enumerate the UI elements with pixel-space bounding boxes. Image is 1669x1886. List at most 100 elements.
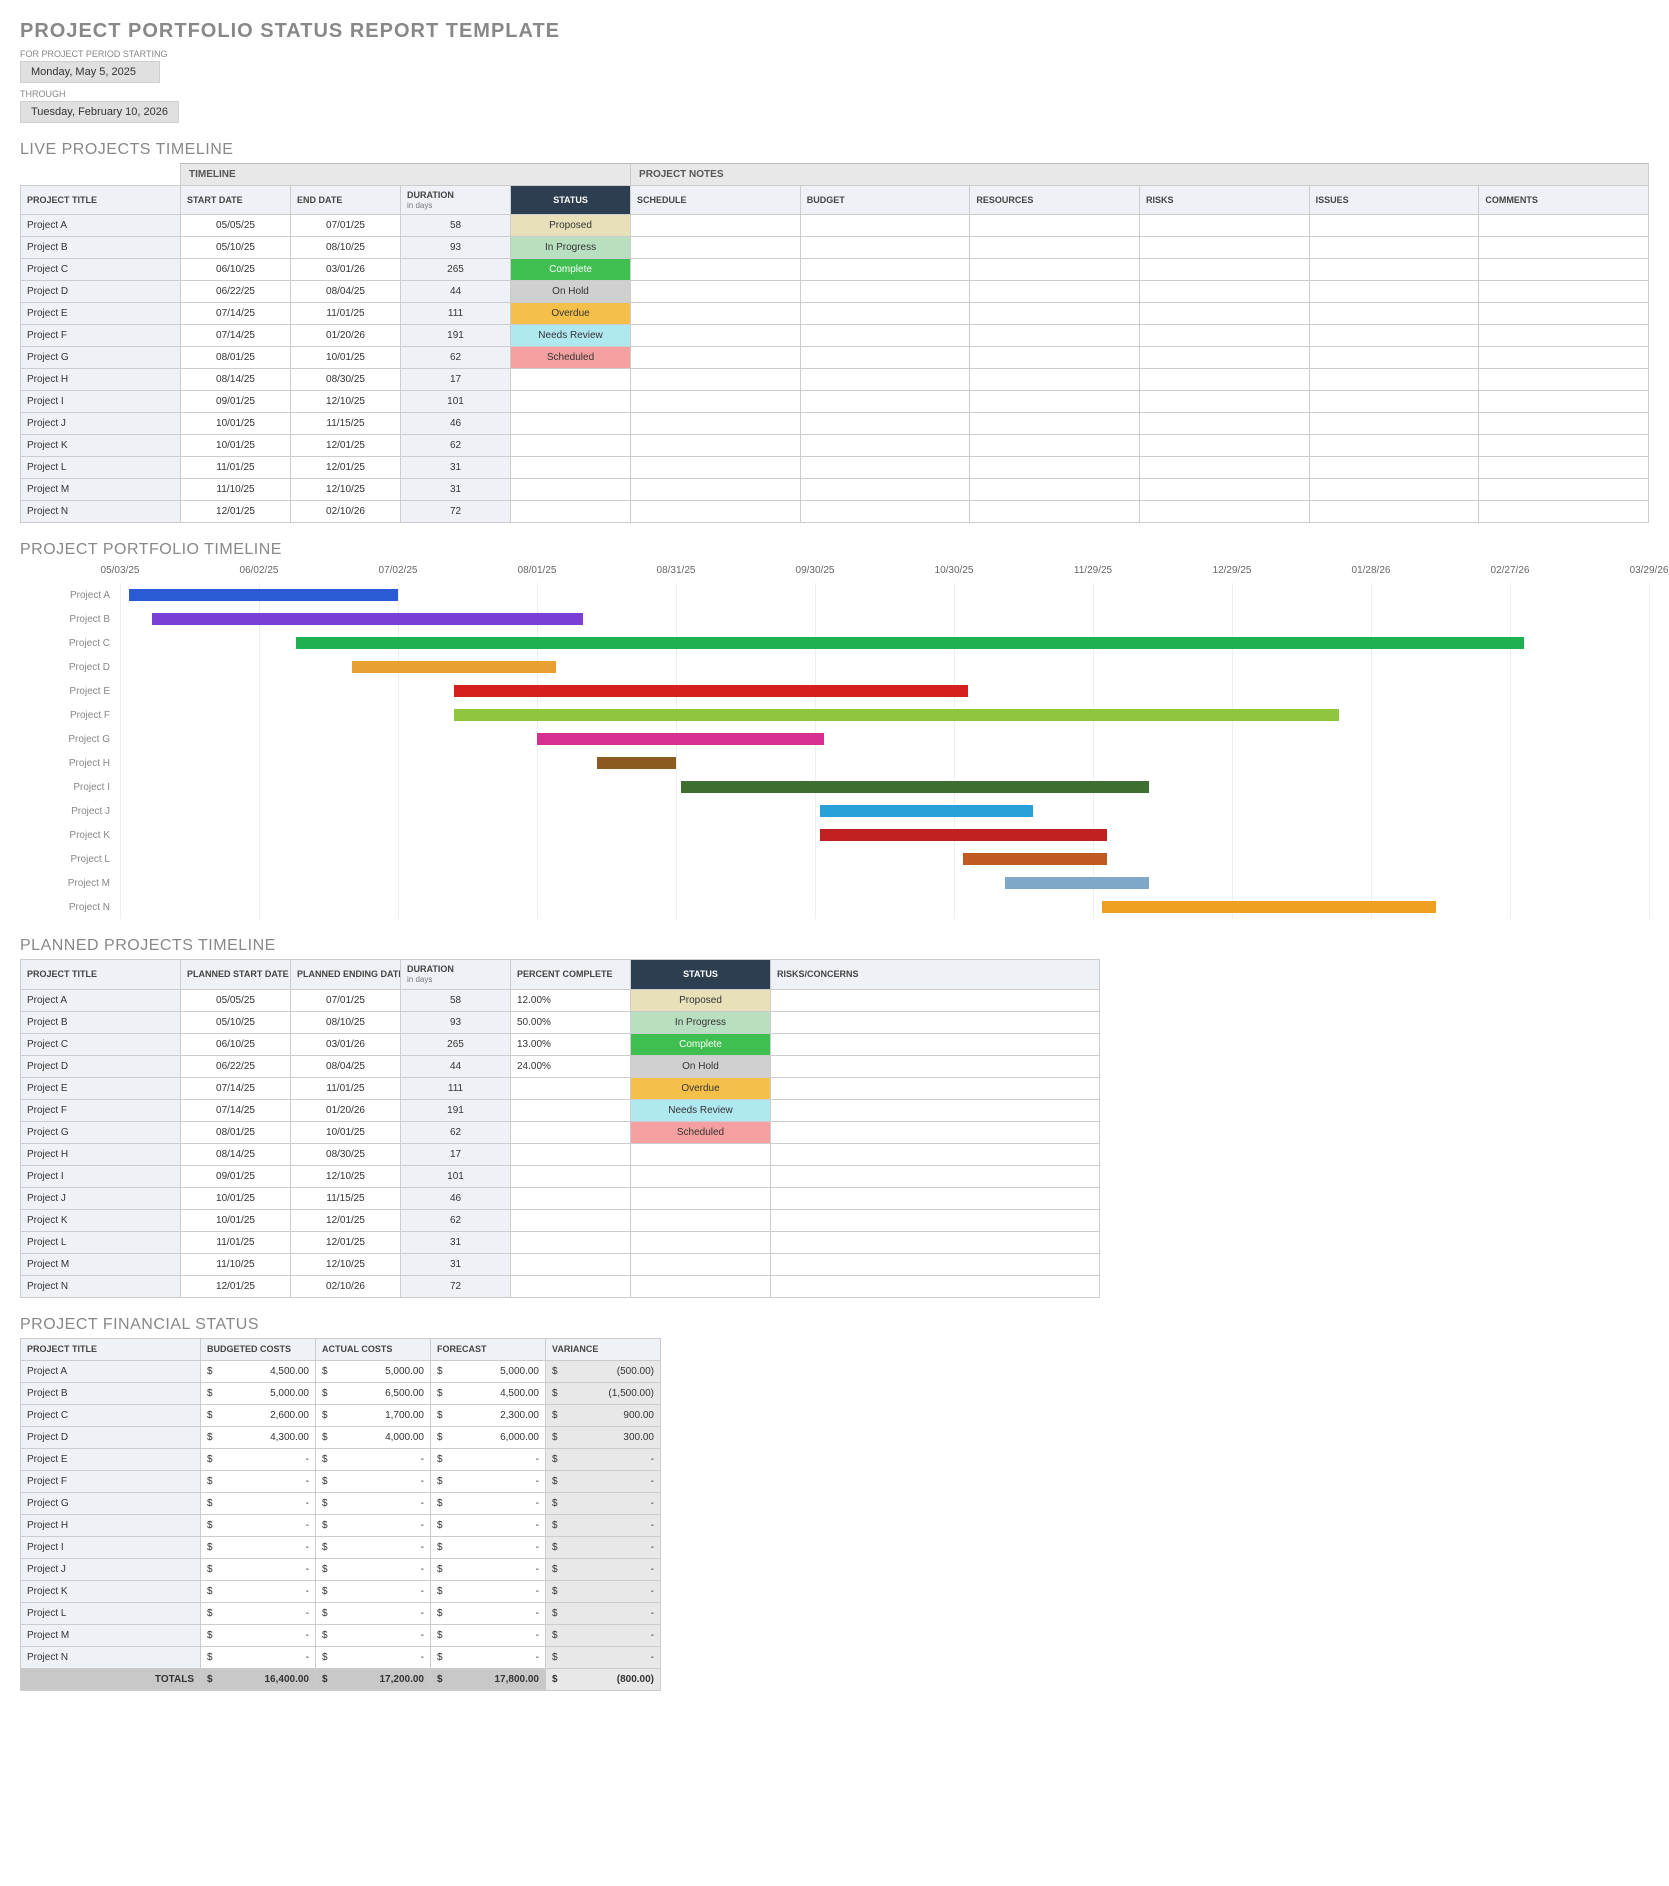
cell-budget[interactable] <box>800 501 970 523</box>
table-row[interactable]: Project N $- $- $- $- <box>21 1646 661 1668</box>
cell-forecast[interactable]: $- <box>431 1646 546 1668</box>
cell-status[interactable]: Complete <box>631 1033 771 1055</box>
table-row[interactable]: Project D $4,300.00 $4,000.00 $6,000.00 … <box>21 1426 661 1448</box>
cell-status[interactable] <box>631 1187 771 1209</box>
cell-status[interactable]: Complete <box>511 259 631 281</box>
cell-issues[interactable] <box>1309 347 1479 369</box>
table-row[interactable]: Project G 08/01/25 10/01/25 62 Scheduled <box>21 1121 1100 1143</box>
cell-schedule[interactable] <box>631 369 801 391</box>
cell-schedule[interactable] <box>631 479 801 501</box>
cell-schedule[interactable] <box>631 347 801 369</box>
cell-schedule[interactable] <box>631 391 801 413</box>
table-row[interactable]: Project E 07/14/25 11/01/25 111 Overdue <box>21 303 1649 325</box>
gantt-bar[interactable] <box>296 637 1524 649</box>
cell-comments[interactable] <box>1479 479 1649 501</box>
table-row[interactable]: Project H $- $- $- $- <box>21 1514 661 1536</box>
cell-budget[interactable]: $- <box>201 1646 316 1668</box>
cell-risks[interactable] <box>771 1121 1100 1143</box>
cell-forecast[interactable]: $2,300.00 <box>431 1404 546 1426</box>
cell-risks[interactable] <box>771 1275 1100 1297</box>
cell-status[interactable] <box>631 1209 771 1231</box>
cell-percent[interactable]: 13.00% <box>511 1033 631 1055</box>
cell-status[interactable] <box>511 457 631 479</box>
cell-status[interactable]: Scheduled <box>631 1121 771 1143</box>
table-row[interactable]: Project D 06/22/25 08/04/25 44 24.00% On… <box>21 1055 1100 1077</box>
cell-forecast[interactable]: $- <box>431 1602 546 1624</box>
table-row[interactable]: Project F 07/14/25 01/20/26 191 Needs Re… <box>21 1099 1100 1121</box>
gantt-bar[interactable] <box>820 805 1033 817</box>
cell-risks[interactable] <box>1140 347 1310 369</box>
gantt-bar[interactable] <box>152 613 583 625</box>
cell-status[interactable]: Needs Review <box>631 1099 771 1121</box>
cell-resources[interactable] <box>970 435 1140 457</box>
cell-budget[interactable] <box>800 391 970 413</box>
table-row[interactable]: Project N 12/01/25 02/10/26 72 <box>21 1275 1100 1297</box>
cell-actual[interactable]: $- <box>316 1492 431 1514</box>
cell-schedule[interactable] <box>631 303 801 325</box>
cell-risks[interactable] <box>1140 281 1310 303</box>
cell-status[interactable] <box>631 1165 771 1187</box>
cell-resources[interactable] <box>970 237 1140 259</box>
cell-percent[interactable] <box>511 1121 631 1143</box>
cell-risks[interactable] <box>1140 325 1310 347</box>
table-row[interactable]: Project C $2,600.00 $1,700.00 $2,300.00 … <box>21 1404 661 1426</box>
cell-resources[interactable] <box>970 325 1140 347</box>
cell-percent[interactable] <box>511 1275 631 1297</box>
cell-actual[interactable]: $5,000.00 <box>316 1360 431 1382</box>
cell-budget[interactable]: $- <box>201 1602 316 1624</box>
cell-issues[interactable] <box>1309 457 1479 479</box>
cell-budget[interactable] <box>800 325 970 347</box>
cell-risks[interactable] <box>1140 479 1310 501</box>
cell-percent[interactable] <box>511 1143 631 1165</box>
cell-risks[interactable] <box>771 1143 1100 1165</box>
cell-resources[interactable] <box>970 501 1140 523</box>
cell-status[interactable] <box>631 1275 771 1297</box>
cell-status[interactable]: Scheduled <box>511 347 631 369</box>
cell-status[interactable]: Overdue <box>511 303 631 325</box>
gantt-bar[interactable] <box>1005 877 1149 889</box>
cell-status[interactable]: On Hold <box>631 1055 771 1077</box>
cell-schedule[interactable] <box>631 501 801 523</box>
cell-risks[interactable] <box>1140 215 1310 237</box>
cell-schedule[interactable] <box>631 325 801 347</box>
table-row[interactable]: Project J 10/01/25 11/15/25 46 <box>21 413 1649 435</box>
cell-budget[interactable]: $2,600.00 <box>201 1404 316 1426</box>
cell-risks[interactable] <box>1140 413 1310 435</box>
cell-status[interactable]: Overdue <box>631 1077 771 1099</box>
cell-comments[interactable] <box>1479 215 1649 237</box>
cell-budget[interactable]: $- <box>201 1624 316 1646</box>
cell-risks[interactable] <box>1140 303 1310 325</box>
gantt-bar[interactable] <box>537 733 824 745</box>
table-row[interactable]: Project J 10/01/25 11/15/25 46 <box>21 1187 1100 1209</box>
table-row[interactable]: Project A 05/05/25 07/01/25 58 Proposed <box>21 215 1649 237</box>
cell-issues[interactable] <box>1309 369 1479 391</box>
cell-budget[interactable]: $- <box>201 1492 316 1514</box>
table-row[interactable]: Project A $4,500.00 $5,000.00 $5,000.00 … <box>21 1360 661 1382</box>
cell-comments[interactable] <box>1479 303 1649 325</box>
cell-issues[interactable] <box>1309 435 1479 457</box>
cell-actual[interactable]: $- <box>316 1536 431 1558</box>
cell-issues[interactable] <box>1309 479 1479 501</box>
cell-risks[interactable] <box>771 1011 1100 1033</box>
cell-budget[interactable]: $4,300.00 <box>201 1426 316 1448</box>
cell-percent[interactable] <box>511 1187 631 1209</box>
cell-risks[interactable] <box>1140 369 1310 391</box>
cell-risks[interactable] <box>771 1253 1100 1275</box>
cell-budget[interactable] <box>800 457 970 479</box>
cell-forecast[interactable]: $- <box>431 1448 546 1470</box>
table-row[interactable]: Project F 07/14/25 01/20/26 191 Needs Re… <box>21 325 1649 347</box>
table-row[interactable]: Project L 11/01/25 12/01/25 31 <box>21 1231 1100 1253</box>
cell-actual[interactable]: $4,000.00 <box>316 1426 431 1448</box>
cell-budget[interactable] <box>800 413 970 435</box>
cell-resources[interactable] <box>970 303 1140 325</box>
cell-schedule[interactable] <box>631 215 801 237</box>
table-row[interactable]: Project K $- $- $- $- <box>21 1580 661 1602</box>
cell-risks[interactable] <box>771 1033 1100 1055</box>
cell-risks[interactable] <box>771 1165 1100 1187</box>
cell-resources[interactable] <box>970 479 1140 501</box>
table-row[interactable]: Project M $- $- $- $- <box>21 1624 661 1646</box>
cell-status[interactable] <box>511 369 631 391</box>
cell-status[interactable] <box>511 391 631 413</box>
cell-schedule[interactable] <box>631 237 801 259</box>
cell-percent[interactable] <box>511 1253 631 1275</box>
